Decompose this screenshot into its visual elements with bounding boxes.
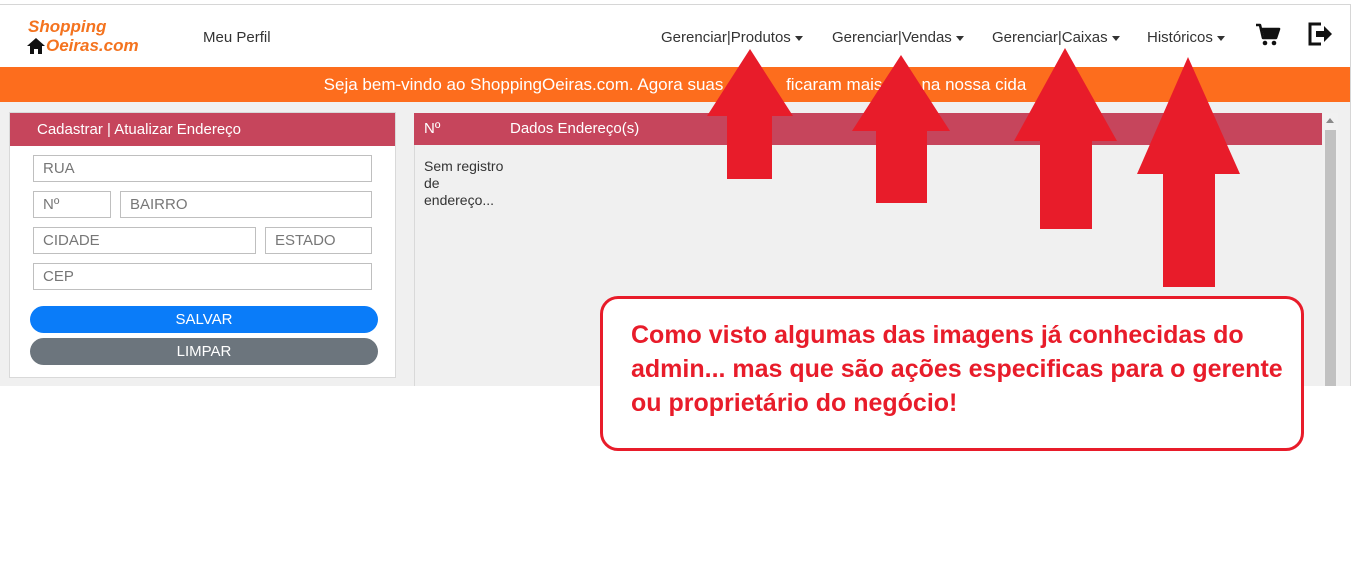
welcome-banner-text: Seja bem-vindo ao ShoppingOeiras.com. Ag… bbox=[323, 75, 747, 94]
brand-line-2: Oeiras.com bbox=[46, 36, 139, 55]
city-input[interactable] bbox=[33, 227, 256, 254]
nav-menu-cashiers-label: Gerenciar|Caixas bbox=[992, 29, 1108, 46]
nav-menu-products-label: Gerenciar|Produtos bbox=[661, 29, 791, 46]
clear-button[interactable]: LIMPAR bbox=[30, 338, 378, 365]
scroll-up-arrow-icon[interactable] bbox=[1326, 118, 1334, 123]
empty-table-message: Sem registro de endereço... bbox=[424, 158, 504, 208]
annotation-note-text: Como visto algumas das imagens já conhec… bbox=[631, 321, 1283, 417]
annotation-note: Como visto algumas das imagens já conhec… bbox=[600, 296, 1304, 451]
nav-menu-cashiers[interactable]: Gerenciar|Caixas bbox=[992, 29, 1120, 46]
nav-menu-sales[interactable]: Gerenciar|Vendas bbox=[832, 29, 964, 46]
address-form-card: Cadastrar | Atualizar Endereço SALVAR LI… bbox=[9, 112, 396, 378]
address-table-header: Nº Dados Endereço(s) bbox=[414, 113, 1322, 145]
zip-input[interactable] bbox=[33, 263, 372, 290]
street-input[interactable] bbox=[33, 155, 372, 182]
district-input[interactable] bbox=[120, 191, 372, 218]
save-button[interactable]: SALVAR bbox=[30, 306, 378, 333]
address-form-title: Cadastrar | Atualizar Endereço bbox=[10, 113, 395, 146]
number-input[interactable] bbox=[33, 191, 111, 218]
navbar: Shopping Oeiras.com Meu Perfil Gerenciar… bbox=[0, 5, 1350, 67]
page-right-edge bbox=[1350, 4, 1351, 386]
nav-menu-products[interactable]: Gerenciar|Produtos bbox=[661, 29, 803, 46]
scrollbar-thumb[interactable] bbox=[1325, 130, 1336, 386]
table-scrollbar[interactable] bbox=[1323, 113, 1338, 386]
welcome-banner: Seja bem-vindo ao ShoppingOeiras.com. Ag… bbox=[0, 67, 1350, 102]
table-left-border bbox=[414, 113, 415, 386]
caret-down-icon bbox=[794, 35, 803, 41]
nav-menu-history-label: Históricos bbox=[1147, 29, 1213, 46]
cart-icon[interactable] bbox=[1254, 20, 1282, 48]
welcome-banner-text-end: is na nossa cida bbox=[904, 75, 1027, 94]
brand-logo[interactable]: Shopping Oeiras.com bbox=[26, 17, 166, 57]
caret-down-icon bbox=[1111, 35, 1120, 41]
nav-menu-history[interactable]: Históricos bbox=[1147, 29, 1225, 46]
brand-line-1: Shopping bbox=[28, 17, 107, 36]
state-input[interactable] bbox=[265, 227, 372, 254]
nav-profile-link[interactable]: Meu Perfil bbox=[203, 29, 271, 46]
logout-icon[interactable] bbox=[1306, 20, 1334, 48]
welcome-banner-text-middle: ficaram mais bbox=[786, 75, 883, 94]
caret-down-icon bbox=[1216, 35, 1225, 41]
app-window: Shopping Oeiras.com Meu Perfil Gerenciar… bbox=[0, 0, 1358, 566]
home-icon bbox=[27, 38, 45, 54]
column-address-header: Dados Endereço(s) bbox=[510, 120, 640, 137]
column-number-header: Nº bbox=[424, 120, 441, 137]
nav-menu-sales-label: Gerenciar|Vendas bbox=[832, 29, 952, 46]
caret-down-icon bbox=[955, 35, 964, 41]
